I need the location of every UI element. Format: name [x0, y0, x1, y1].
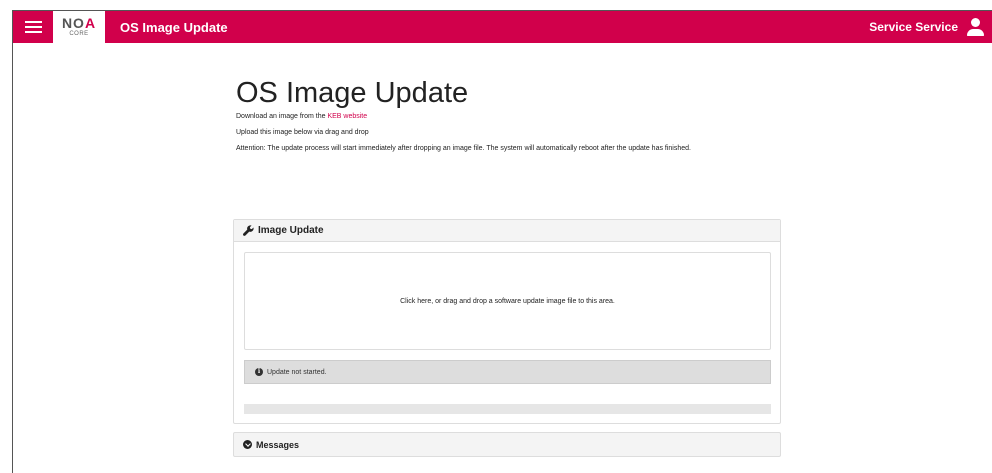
logo-subtext: CORE — [69, 31, 89, 37]
logo-text: NOA — [61, 15, 97, 31]
top-navbar: NOA CORE OS Image Update Service Service — [13, 11, 992, 43]
image-update-card-header: Image Update — [234, 220, 780, 242]
upload-instruction: Upload this image below via drag and dro… — [236, 129, 369, 136]
dropzone-text: Click here, or drag and drop a software … — [400, 297, 615, 305]
chevron-down-circle-icon — [243, 440, 252, 449]
download-instruction: Download an image from the KEB website — [236, 112, 796, 122]
intro-section: OS Image Update Download an image from t… — [236, 76, 796, 154]
info-icon: i — [255, 368, 263, 376]
page-title: OS Image Update — [236, 77, 469, 109]
user-menu[interactable]: Service Service — [869, 18, 984, 36]
messages-card-title: Messages — [256, 439, 300, 450]
update-status-alert: i Update not started. — [244, 360, 771, 384]
attention-note: Attention: The update process will start… — [236, 145, 691, 152]
keb-website-link[interactable]: KEB website — [327, 113, 367, 120]
file-dropzone[interactable]: Click here, or drag and drop a software … — [244, 252, 771, 350]
wrench-icon — [243, 225, 254, 236]
app-title: OS Image Update — [120, 19, 228, 35]
messages-card-header[interactable]: Messages — [233, 432, 781, 457]
user-icon[interactable] — [966, 18, 984, 36]
download-prefix: Download an image from the — [236, 113, 328, 120]
hamburger-menu-icon — [24, 20, 42, 34]
menu-button[interactable] — [13, 11, 53, 43]
image-update-card: Image Update Click here, or drag and dro… — [233, 219, 781, 424]
user-name[interactable]: Service Service — [869, 20, 958, 34]
image-update-card-title: Image Update — [258, 225, 324, 236]
app-logo[interactable]: NOA CORE — [53, 11, 105, 43]
status-text: Update not started. — [267, 368, 327, 376]
update-progress-bar — [244, 404, 771, 414]
